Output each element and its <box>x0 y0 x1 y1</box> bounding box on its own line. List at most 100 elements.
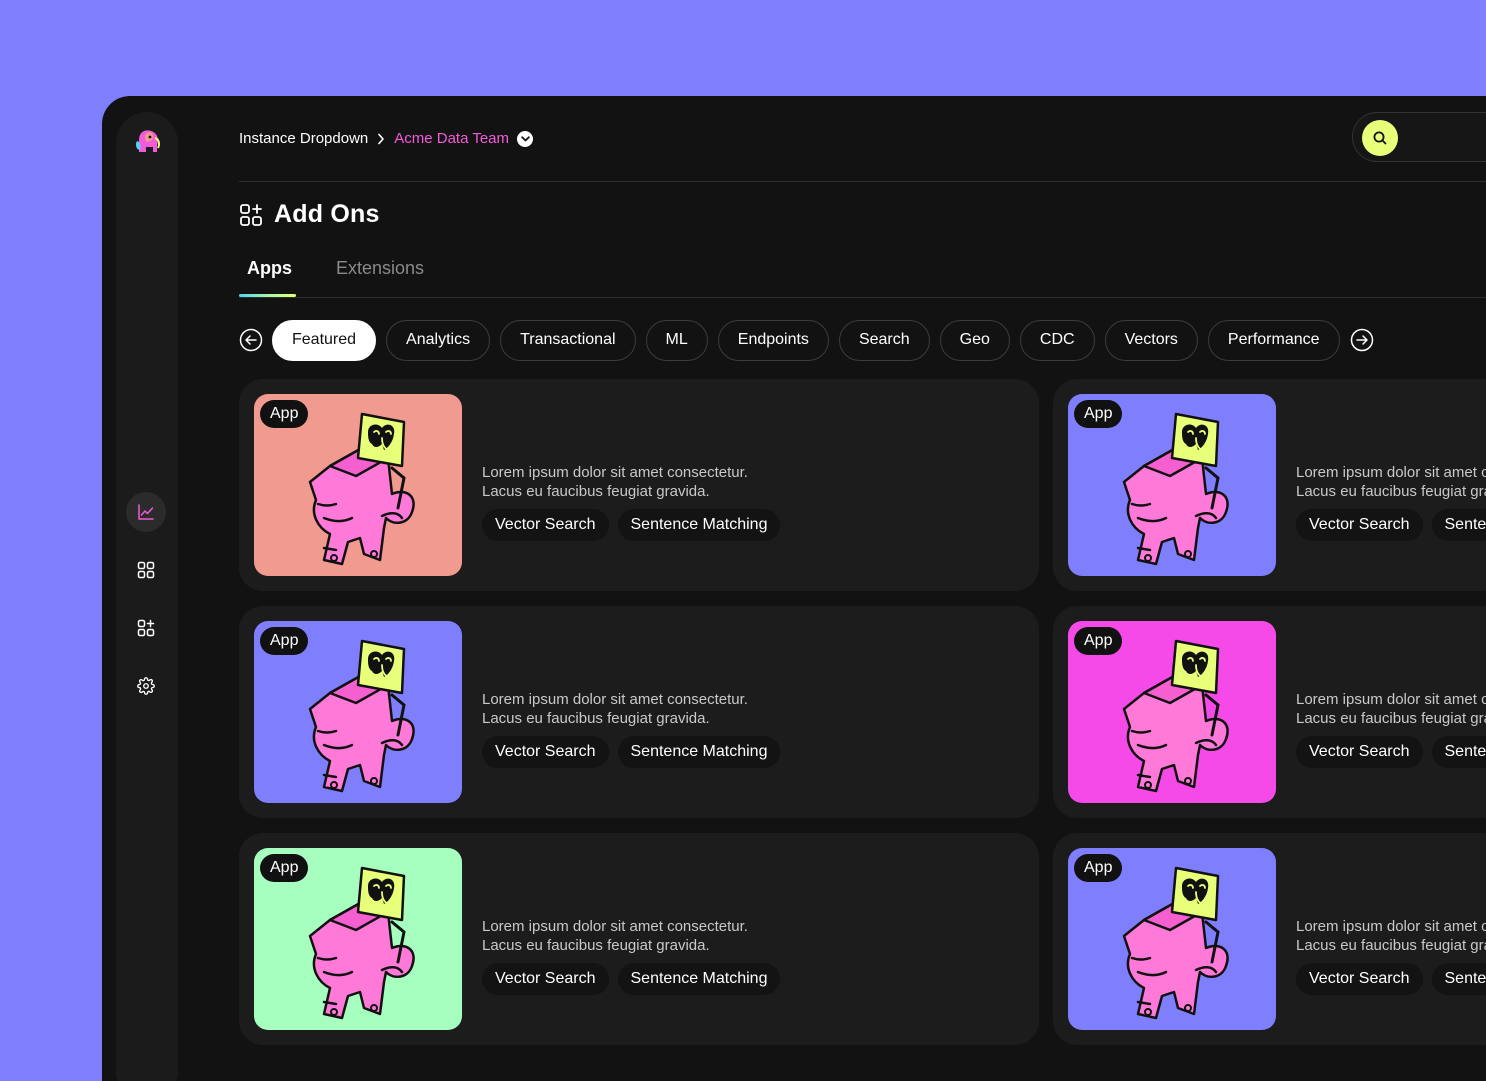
arrow-right-circle-icon[interactable] <box>1350 328 1374 352</box>
sidebar-item-apps[interactable] <box>126 550 166 590</box>
app-description: Lorem ipsum dolor sit amet consectetur. … <box>1296 917 1486 955</box>
sidebar-item-add-ons[interactable] <box>126 608 166 648</box>
app-tag[interactable]: Vector Search <box>482 509 609 541</box>
filter-ml[interactable]: ML <box>645 319 708 361</box>
app-tags: Vector SearchSentence Matching <box>1296 736 1486 768</box>
filter-cdc[interactable]: CDC <box>1019 319 1095 361</box>
line-chart-icon <box>138 504 154 520</box>
search-button[interactable] <box>1362 120 1398 156</box>
filter-analytics[interactable]: Analytics <box>386 319 491 361</box>
app-tag[interactable]: Vector Search <box>482 963 609 995</box>
app-description-line-1: Lorem ipsum dolor sit amet consectetur. <box>482 464 748 481</box>
app-description-line-1: Lorem ipsum dolor sit amet consectetur. <box>482 691 748 708</box>
app-card[interactable]: App Lorem ipsum dolor sit amet consectet… <box>239 379 1039 591</box>
breadcrumb-instance[interactable]: Instance Dropdown <box>239 130 368 147</box>
app-description-line-1: Lorem ipsum dolor sit amet consectetur. <box>482 918 748 935</box>
app-thumbnail[interactable]: App <box>1068 621 1276 803</box>
settings-gear-icon <box>137 677 155 695</box>
elephant-flag-illustration <box>308 866 415 1020</box>
app-description-line-1: Lorem ipsum dolor sit amet consectetur. <box>1296 691 1486 708</box>
app-tag[interactable]: Vector Search <box>1296 736 1423 768</box>
app-thumbnail[interactable]: App <box>254 621 462 803</box>
page-title: Add Ons <box>239 200 380 229</box>
search-bar[interactable] <box>1352 112 1486 162</box>
search-icon <box>1373 131 1387 145</box>
app-badge: App <box>1074 627 1123 655</box>
tab-bar: Apps Extensions <box>239 254 1486 298</box>
app-tag[interactable]: Vector Search <box>482 736 609 768</box>
app-description: Lorem ipsum dolor sit amet consectetur. … <box>1296 463 1486 501</box>
app-description: Lorem ipsum dolor sit amet consectetur. … <box>482 463 1022 501</box>
tab-extensions[interactable]: Extensions <box>336 258 424 279</box>
chevron-right-icon <box>377 133 385 145</box>
app-description-line-2: Lacus eu faucibus feugiat gravida. <box>1296 937 1486 954</box>
app-card[interactable]: App Lorem ipsum dolor sit amet consectet… <box>239 833 1039 1045</box>
app-description-line-2: Lacus eu faucibus feugiat gravida. <box>482 710 710 727</box>
chevron-down-icon[interactable] <box>517 130 534 147</box>
filter-endpoints[interactable]: Endpoints <box>717 319 829 361</box>
elephant-flag-illustration <box>1122 639 1229 793</box>
filter-transactional[interactable]: Transactional <box>500 319 636 361</box>
app-tag[interactable]: Sentence Matching <box>1431 509 1486 541</box>
app-description-line-1: Lorem ipsum dolor sit amet consectetur. <box>1296 918 1486 935</box>
app-description: Lorem ipsum dolor sit amet consectetur. … <box>1296 690 1486 728</box>
header-divider <box>239 181 1486 182</box>
app-card[interactable]: App Lorem ipsum dolor sit amet consectet… <box>1053 379 1486 591</box>
add-ons-icon <box>240 203 262 226</box>
elephant-flag-illustration <box>308 412 415 566</box>
filter-geo[interactable]: Geo <box>939 319 1010 361</box>
app-card[interactable]: App Lorem ipsum dolor sit amet consectet… <box>1053 606 1486 818</box>
sidebar <box>116 112 178 1081</box>
arrow-left-circle-icon[interactable] <box>239 328 263 352</box>
app-description-line-2: Lacus eu faucibus feugiat gravida. <box>1296 483 1486 500</box>
app-tag[interactable]: Sentence Matching <box>1431 963 1486 995</box>
app-tags: Vector SearchSentence Matching <box>482 736 789 768</box>
app-description-line-2: Lacus eu faucibus feugiat gravida. <box>1296 710 1486 727</box>
sidebar-item-settings[interactable] <box>126 666 166 706</box>
grid-icon <box>137 561 155 579</box>
elephant-logo-icon[interactable] <box>131 126 163 158</box>
app-tags: Vector SearchSentence Matching <box>1296 963 1486 995</box>
tab-apps[interactable]: Apps <box>247 258 292 279</box>
app-tag[interactable]: Sentence Matching <box>617 736 781 768</box>
breadcrumb-team[interactable]: Acme Data Team <box>394 130 509 147</box>
app-tag[interactable]: Sentence Matching <box>617 509 781 541</box>
sidebar-item-analytics[interactable] <box>126 492 166 532</box>
elephant-flag-illustration <box>1122 866 1229 1020</box>
elephant-flag-illustration <box>1122 412 1229 566</box>
filter-performance[interactable]: Performance <box>1207 319 1340 361</box>
app-tag[interactable]: Vector Search <box>1296 963 1423 995</box>
app-thumbnail[interactable]: App <box>254 848 462 1030</box>
app-tag[interactable]: Vector Search <box>1296 509 1423 541</box>
app-card[interactable]: App Lorem ipsum dolor sit amet consectet… <box>1053 833 1486 1045</box>
app-badge: App <box>1074 400 1123 428</box>
app-card[interactable]: App Lorem ipsum dolor sit amet consectet… <box>239 606 1039 818</box>
top-header: Instance Dropdown Acme Data Team <box>239 112 1486 180</box>
elephant-flag-illustration <box>308 639 415 793</box>
app-badge: App <box>260 854 309 882</box>
app-badge: App <box>260 627 309 655</box>
app-window: Instance Dropdown Acme Data Team Add Ons <box>102 96 1486 1081</box>
filter-featured[interactable]: Featured <box>272 319 377 361</box>
app-tags: Vector SearchSentence Matching <box>1296 509 1486 541</box>
app-badge: App <box>260 400 309 428</box>
app-tags: Vector SearchSentence Matching <box>482 509 789 541</box>
app-description-line-2: Lacus eu faucibus feugiat gravida. <box>482 937 710 954</box>
app-tags: Vector SearchSentence Matching <box>482 963 789 995</box>
page-title-text: Add Ons <box>274 200 380 228</box>
add-ons-icon <box>137 619 155 637</box>
app-badge: App <box>1074 854 1123 882</box>
filter-chips: Featured Analytics Transactional ML Endp… <box>239 319 1374 361</box>
breadcrumb: Instance Dropdown Acme Data Team <box>239 130 534 147</box>
app-tag[interactable]: Sentence Matching <box>617 963 781 995</box>
filter-search[interactable]: Search <box>838 319 930 361</box>
active-tab-indicator <box>239 294 296 297</box>
app-description-line-2: Lacus eu faucibus feugiat gravida. <box>482 483 710 500</box>
filter-vectors[interactable]: Vectors <box>1104 319 1198 361</box>
app-description: Lorem ipsum dolor sit amet consectetur. … <box>482 690 1022 728</box>
app-thumbnail[interactable]: App <box>1068 848 1276 1030</box>
app-description-line-1: Lorem ipsum dolor sit amet consectetur. <box>1296 464 1486 481</box>
app-thumbnail[interactable]: App <box>1068 394 1276 576</box>
app-tag[interactable]: Sentence Matching <box>1431 736 1486 768</box>
app-thumbnail[interactable]: App <box>254 394 462 576</box>
